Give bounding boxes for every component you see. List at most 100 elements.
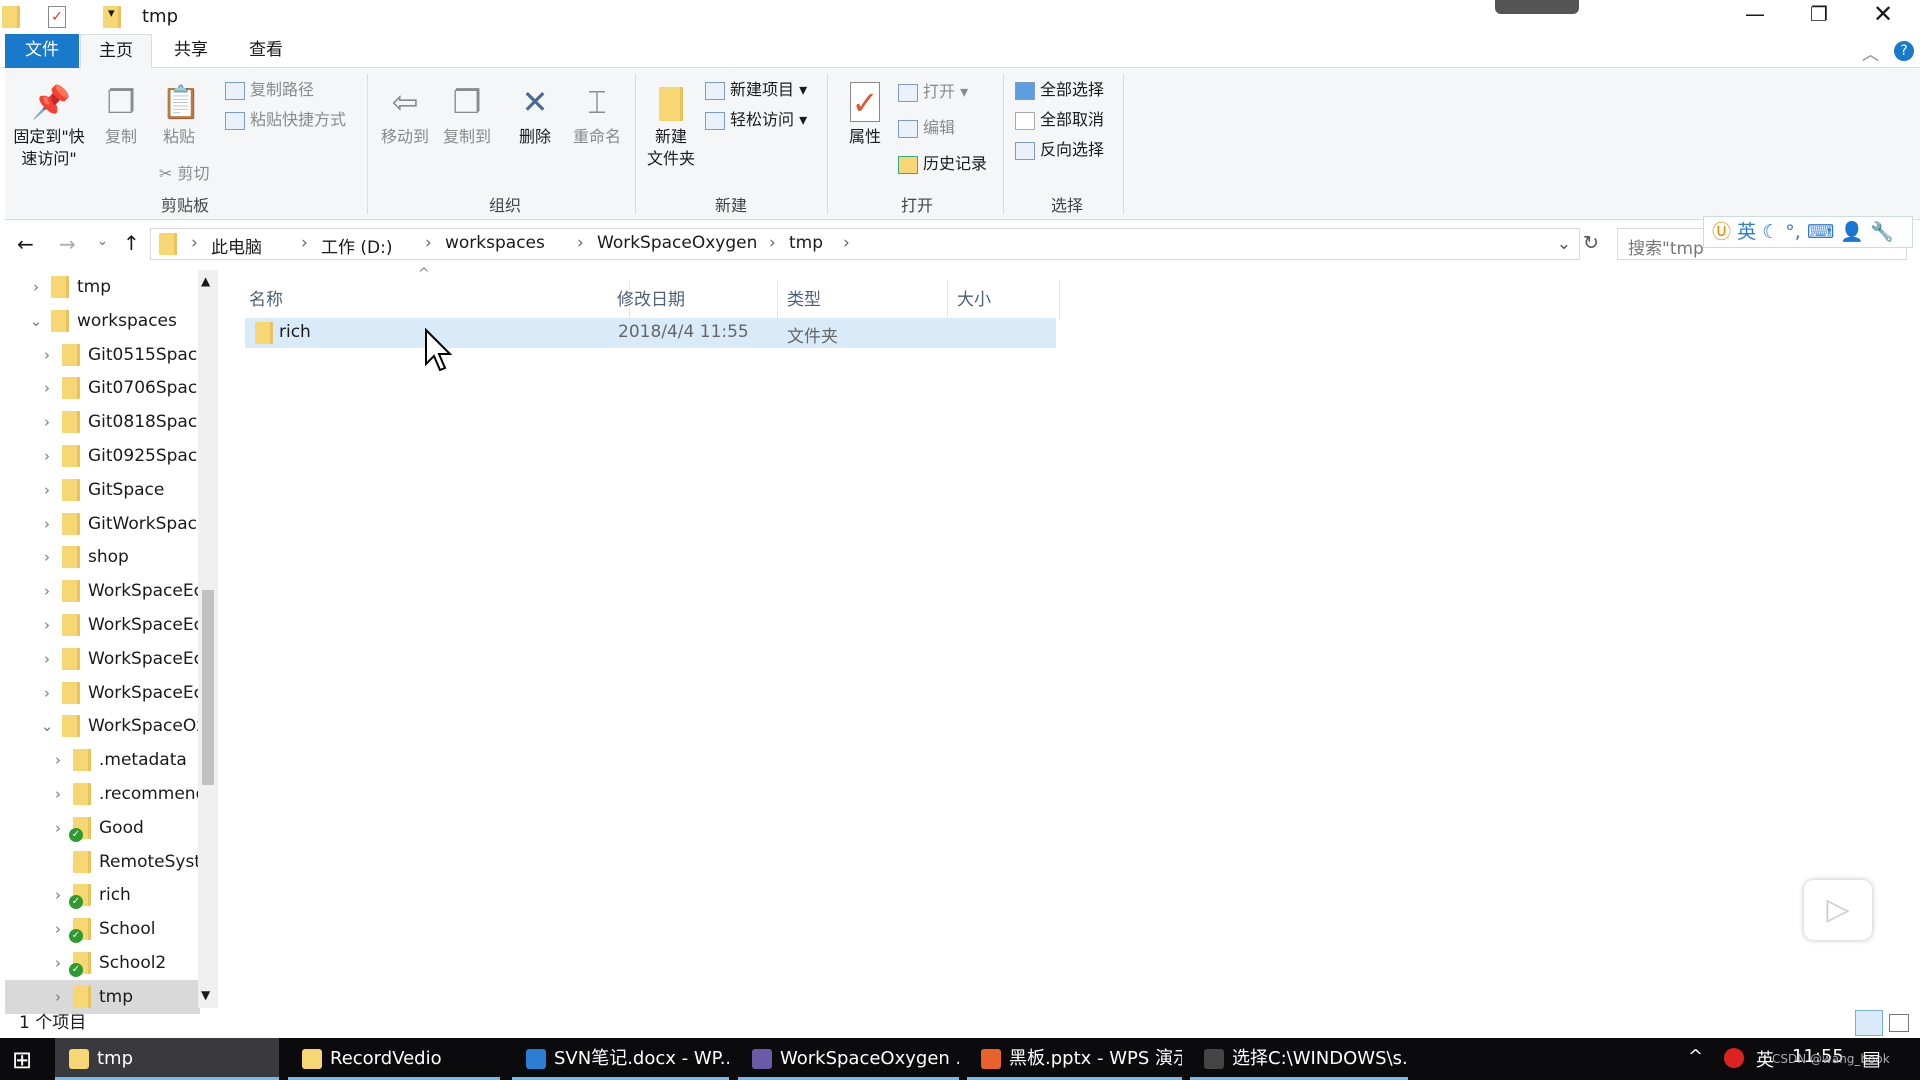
breadcrumb-item[interactable]: tmp bbox=[789, 233, 823, 253]
sidebar-item[interactable]: › WorkSpaceEclipse bbox=[5, 574, 200, 608]
properties-qat-icon[interactable]: ✓ bbox=[48, 6, 66, 28]
collapse-ribbon-icon[interactable]: ︿ bbox=[1862, 40, 1879, 65]
column-header-size[interactable]: 大小 bbox=[948, 280, 1060, 320]
sidebar-item[interactable]: › Git0818Space bbox=[5, 405, 200, 439]
column-header-type[interactable]: 类型 bbox=[778, 280, 948, 320]
open-button[interactable]: 打开 ▾ bbox=[898, 78, 968, 106]
copy-to-button[interactable]: ❐ 复制到 bbox=[437, 82, 497, 148]
address-dropdown-icon[interactable]: ⌄ bbox=[1557, 234, 1571, 254]
chevron-right-icon[interactable]: › bbox=[49, 946, 67, 980]
restore-icon[interactable]: ❐ bbox=[1810, 2, 1828, 26]
sidebar-item[interactable]: › ✓ School2 bbox=[5, 946, 200, 980]
sidebar-item[interactable]: ⌄ WorkSpaceOxygen bbox=[5, 709, 200, 743]
chevron-right-icon[interactable]: › bbox=[38, 642, 56, 676]
qat-dropdown-icon[interactable]: ▾ bbox=[108, 6, 115, 21]
sidebar-item[interactable]: › WorkSpaceEclipse bbox=[5, 676, 200, 710]
chevron-right-icon[interactable]: › bbox=[38, 439, 56, 473]
chevron-right-icon[interactable]: › bbox=[49, 912, 67, 946]
close-icon[interactable]: ✕ bbox=[1873, 0, 1893, 28]
large-icons-view-icon[interactable] bbox=[1889, 1014, 1909, 1032]
sidebar-item[interactable]: › GitSpace bbox=[5, 473, 200, 507]
windows-start-icon[interactable]: ⊞ bbox=[12, 1046, 32, 1074]
breadcrumb-separator-icon[interactable]: › bbox=[843, 233, 850, 253]
chevron-right-icon[interactable]: › bbox=[49, 777, 67, 811]
chevron-right-icon[interactable]: › bbox=[49, 878, 67, 912]
help-icon[interactable]: ? bbox=[1894, 41, 1914, 61]
tab-view[interactable]: 查看 bbox=[230, 34, 302, 68]
breadcrumb-item[interactable]: 此电脑 bbox=[211, 233, 262, 258]
breadcrumb-item[interactable]: WorkSpaceOxygen bbox=[597, 233, 757, 253]
new-folder-button[interactable]: 新建 文件夹 bbox=[641, 82, 701, 170]
chevron-right-icon[interactable]: › bbox=[38, 540, 56, 574]
sidebar-item[interactable]: RemoteSystemsTempFiles bbox=[5, 845, 200, 879]
copy-button[interactable]: ❐ 复制 bbox=[97, 82, 145, 148]
chevron-right-icon[interactable]: › bbox=[38, 405, 56, 439]
tab-share[interactable]: 共享 bbox=[155, 34, 227, 68]
column-header-date[interactable]: 修改日期 bbox=[608, 280, 778, 320]
chevron-right-icon[interactable]: › bbox=[27, 270, 45, 304]
forward-icon[interactable]: → bbox=[59, 232, 76, 256]
properties-button[interactable]: ✓ 属性 bbox=[837, 82, 893, 148]
ime-language-toggle[interactable]: 英 bbox=[1737, 221, 1756, 243]
details-view-icon[interactable] bbox=[1855, 1010, 1883, 1036]
column-header-name[interactable]: 名称 bbox=[240, 280, 630, 320]
scroll-down-icon[interactable]: ▼ bbox=[201, 988, 210, 1002]
scroll-up-icon[interactable]: ▲ bbox=[201, 274, 210, 288]
easy-access-button[interactable]: 轻松访问 ▾ bbox=[705, 106, 807, 134]
move-to-button[interactable]: ⇦ 移动到 bbox=[375, 82, 435, 148]
invert-selection-button[interactable]: 反向选择 bbox=[1015, 136, 1104, 164]
sidebar-item[interactable]: › ✓ School bbox=[5, 912, 200, 946]
address-input[interactable]: › 此电脑 › 工作 (D:) › workspaces › WorkSpaceOxygen ›… bbox=[150, 228, 1580, 260]
cut-button[interactable]: ✂ 剪切 bbox=[159, 160, 210, 188]
breadcrumb-separator-icon[interactable]: › bbox=[191, 233, 198, 253]
delete-button[interactable]: ✕ 删除 bbox=[507, 82, 563, 148]
sidebar-item[interactable]: › Git0925Space bbox=[5, 439, 200, 473]
recent-locations-icon[interactable]: ⌄ bbox=[97, 234, 108, 249]
sidebar-item[interactable]: › ✓ rich bbox=[5, 878, 200, 912]
tray-app-icon[interactable] bbox=[1724, 1048, 1744, 1068]
breadcrumb-item[interactable]: workspaces bbox=[445, 233, 545, 253]
recorder-handle[interactable] bbox=[1495, 0, 1579, 14]
taskbar-item[interactable]: tmp bbox=[55, 1038, 279, 1080]
sidebar-item[interactable]: › WorkSpaceEclipse bbox=[5, 642, 200, 676]
ime-user-icon[interactable]: 👤 bbox=[1840, 221, 1864, 243]
sidebar-item[interactable]: › WorkSpaceEclipse bbox=[5, 608, 200, 642]
chevron-right-icon[interactable]: › bbox=[38, 574, 56, 608]
taskbar-item[interactable]: RecordVedio bbox=[288, 1038, 500, 1080]
chevron-right-icon[interactable]: › bbox=[49, 743, 67, 777]
new-item-button[interactable]: 新建项目 ▾ bbox=[705, 76, 807, 104]
ime-punctuation-icon[interactable]: °, bbox=[1785, 221, 1801, 243]
up-icon[interactable]: ↑ bbox=[123, 231, 140, 255]
breadcrumb-separator-icon[interactable]: › bbox=[769, 233, 776, 253]
taskbar-item[interactable]: 黑板.pptx - WPS 演示 bbox=[967, 1038, 1182, 1080]
table-row[interactable]: rich 2018/4/4 11:55 文件夹 bbox=[245, 318, 1056, 348]
sidebar-item[interactable]: › Git0706Space bbox=[5, 371, 200, 405]
tab-home[interactable]: 主页 bbox=[80, 34, 152, 69]
breadcrumb-separator-icon[interactable]: › bbox=[577, 233, 584, 253]
sidebar-item[interactable]: › tmp bbox=[5, 270, 200, 304]
select-none-button[interactable]: 全部取消 bbox=[1015, 106, 1104, 134]
history-button[interactable]: 历史记录 bbox=[898, 150, 987, 178]
chevron-right-icon[interactable]: › bbox=[38, 676, 56, 710]
chevron-right-icon[interactable]: › bbox=[49, 811, 67, 845]
edit-button[interactable]: 编辑 bbox=[898, 114, 955, 142]
action-center-icon[interactable]: ▤ bbox=[1862, 1046, 1881, 1070]
chevron-right-icon[interactable]: › bbox=[38, 608, 56, 642]
show-hidden-icons-icon[interactable]: ^ bbox=[1688, 1046, 1703, 1067]
pin-quick-access-button[interactable]: 📌 固定到"快速访问" bbox=[9, 82, 89, 170]
breadcrumb-separator-icon[interactable]: › bbox=[301, 233, 308, 253]
rename-button[interactable]: ⌶ 重命名 bbox=[567, 82, 627, 148]
back-icon[interactable]: ← bbox=[17, 232, 34, 256]
sidebar-item[interactable]: › ✓ Good bbox=[5, 811, 200, 845]
refresh-icon[interactable]: ↻ bbox=[1583, 232, 1599, 254]
taskbar-item[interactable]: 选择C:\WINDOWS\s... bbox=[1190, 1038, 1408, 1080]
taskbar-item[interactable]: SVN笔记.docx - WP... bbox=[512, 1038, 729, 1080]
sidebar-item[interactable]: › .recommenders bbox=[5, 777, 200, 811]
taskbar-item[interactable]: WorkSpaceOxygen ... bbox=[738, 1038, 959, 1080]
scrollbar-thumb[interactable] bbox=[202, 590, 214, 785]
chevron-down-icon[interactable]: ⌄ bbox=[38, 709, 56, 743]
chevron-down-icon[interactable]: ⌄ bbox=[27, 304, 45, 338]
sidebar-item[interactable]: ⌄ workspaces bbox=[5, 304, 200, 338]
paste-shortcut-button[interactable]: 粘贴快捷方式 bbox=[225, 106, 346, 134]
sidebar-item[interactable]: › shop bbox=[5, 540, 200, 574]
